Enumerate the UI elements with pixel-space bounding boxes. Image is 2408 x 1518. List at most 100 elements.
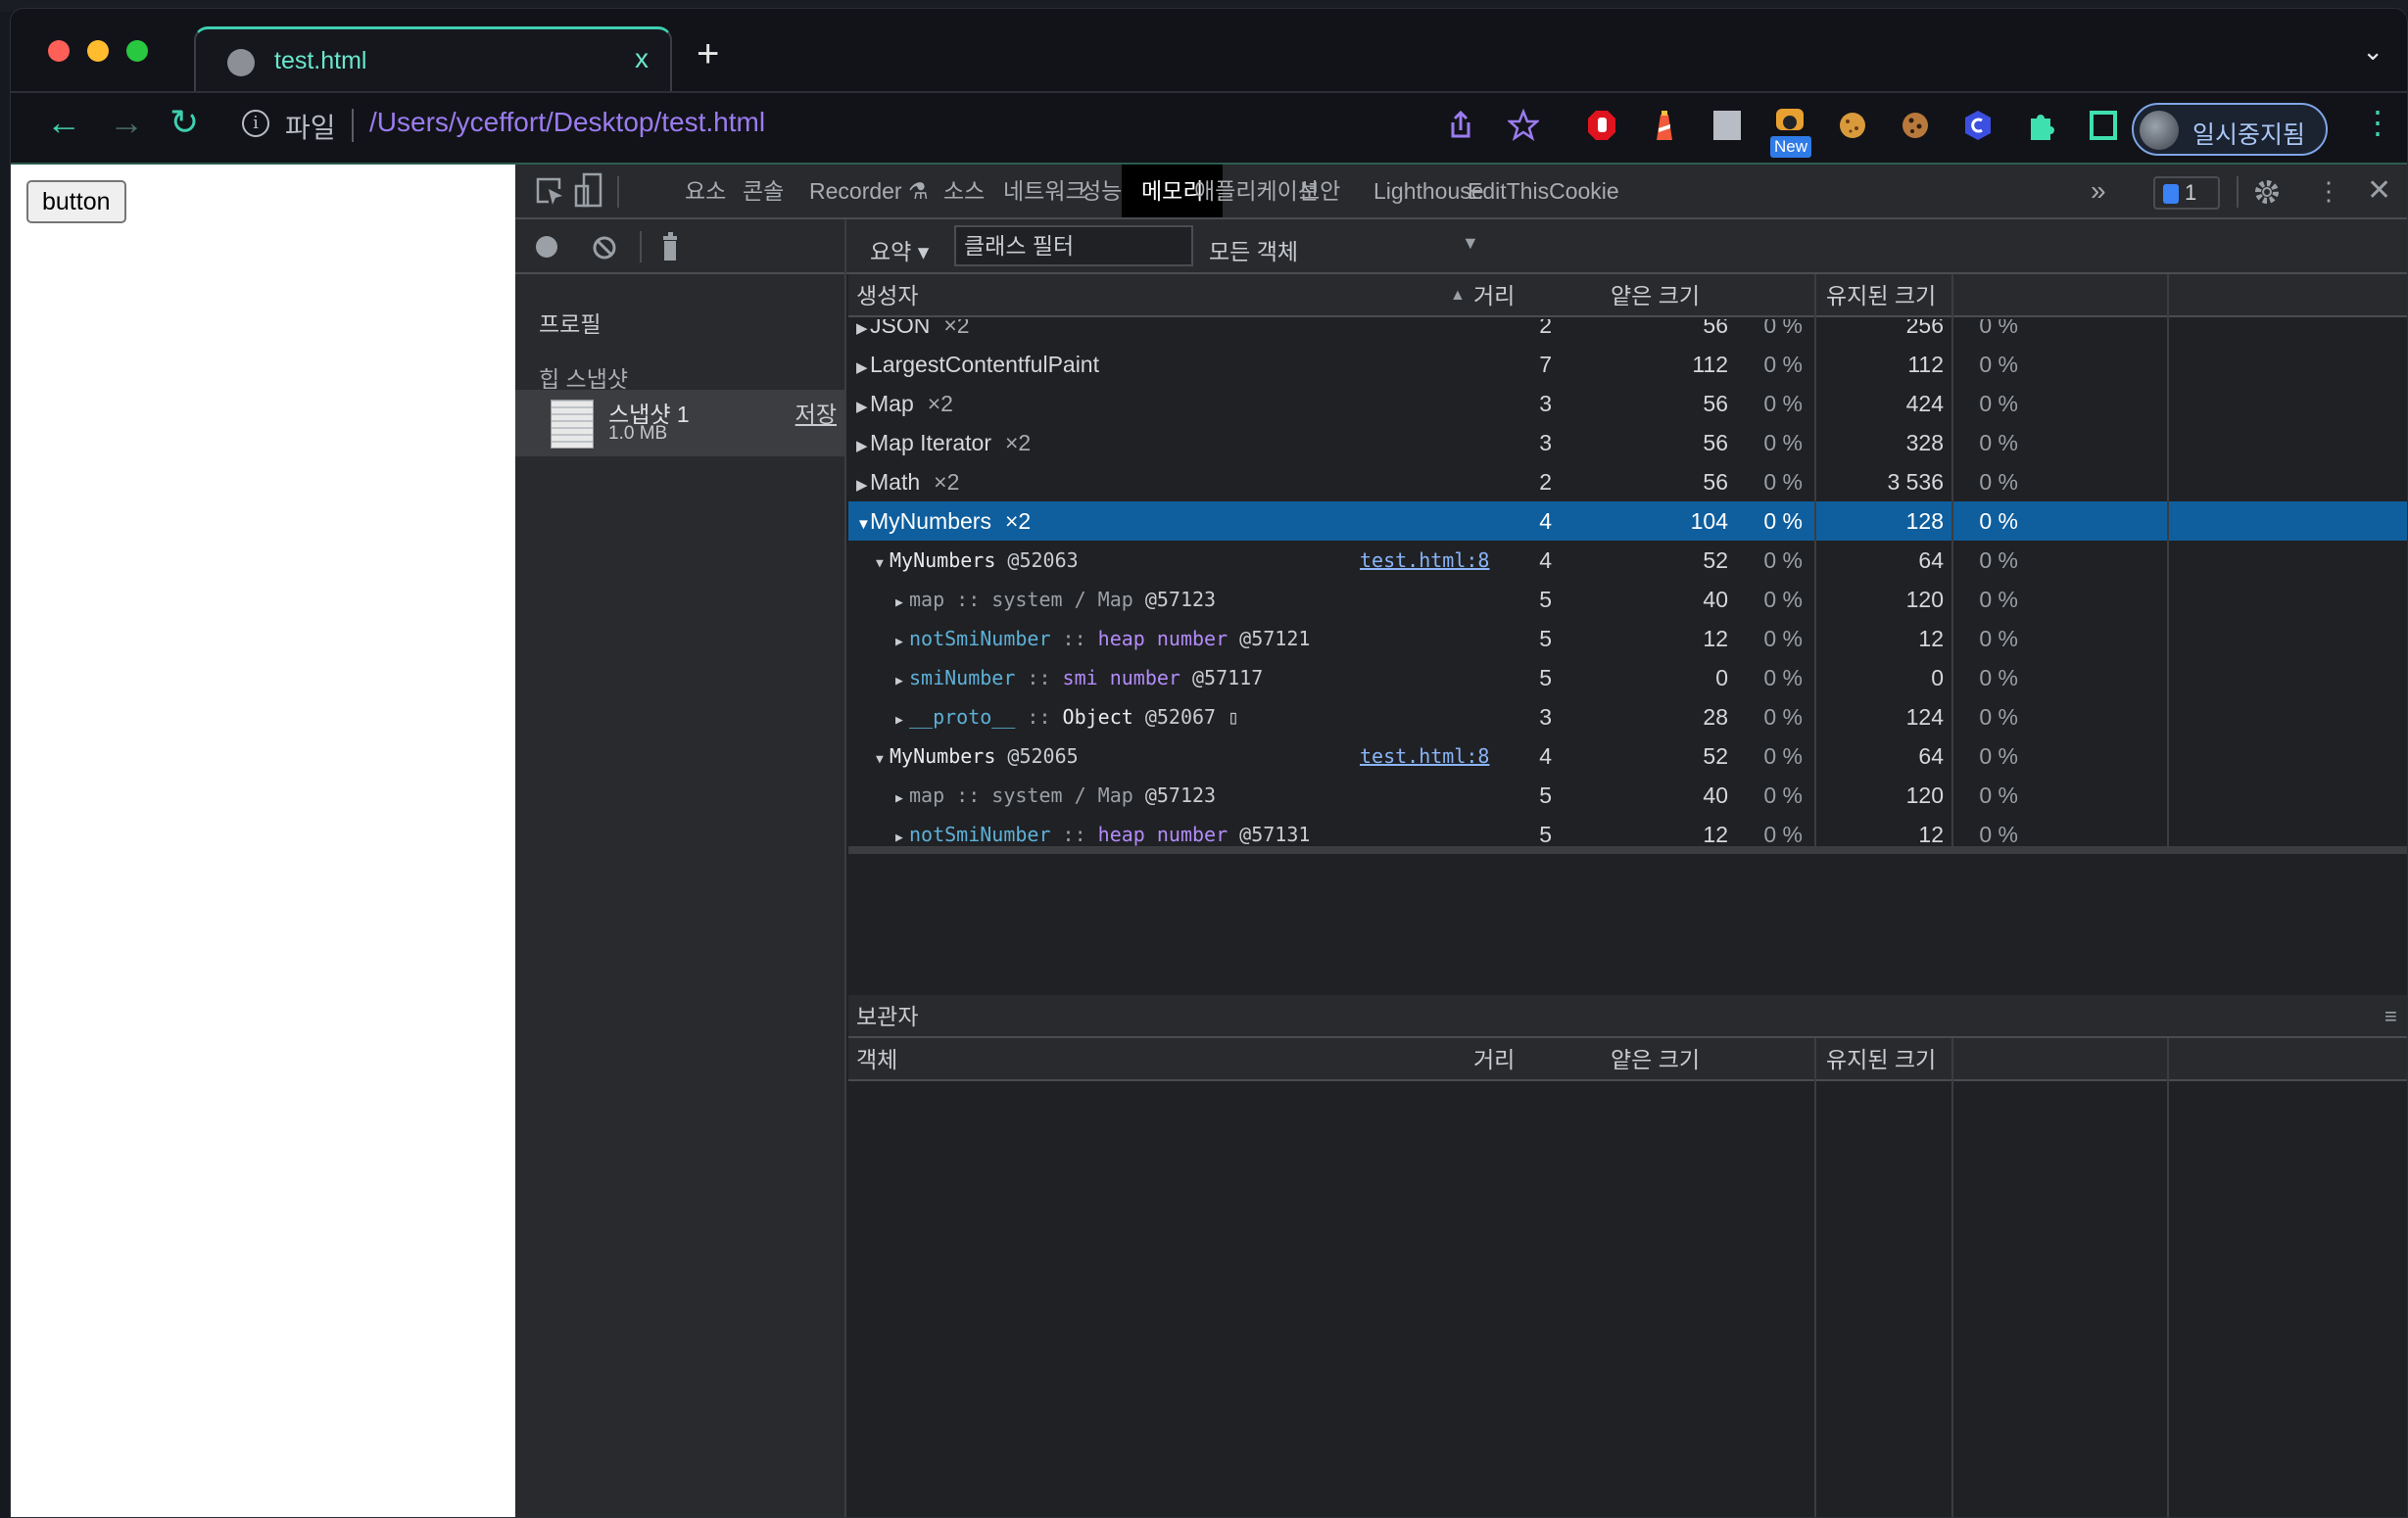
sort-ascending-icon[interactable]: ▲ [1442,274,1466,317]
edge-row[interactable]: ▶ map :: system / Map @57123 5 40 0 % 120 0 % [848,776,2407,815]
view-select[interactable]: 요약 ▾ [870,233,929,266]
hexagon-extension-icon[interactable] [1962,109,1994,142]
profiles-heading: 프로필 [539,311,602,337]
collapsed-triangle-icon[interactable]: ▶ [856,388,870,427]
collapsed-triangle-icon[interactable]: ▶ [856,466,870,505]
back-button[interactable]: ← [46,105,81,140]
devtools-tab[interactable]: 보안 [1291,165,1348,217]
chevron-down-icon[interactable]: ▼ [1462,233,1479,254]
column-header-constructor[interactable]: 생성자 [848,274,918,317]
devtools-tab[interactable]: 요소 [677,165,734,217]
maximize-window-button[interactable] [126,40,148,62]
collapsed-triangle-icon[interactable]: ▶ [856,427,870,466]
edge-row[interactable]: ▶ notSmiNumber :: heap number @57131 5 12 0 … [848,815,2407,846]
issue-icon [2163,184,2179,205]
trash-icon[interactable] [660,231,680,262]
objects-filter-select[interactable]: 모든 객체 [1209,233,1298,266]
class-filter-input[interactable] [954,225,1193,266]
column-header-distance[interactable]: 거리 [1466,274,1515,317]
tab-search-button[interactable]: ⌄ [2362,36,2384,67]
close-window-button[interactable] [48,40,70,62]
devtools-tab[interactable]: EditThisCookie [1460,165,1627,217]
instance-count: ×2 [1004,508,1032,534]
clear-icon[interactable] [592,235,617,261]
retained-percent-cell: 0 % [1979,391,2018,416]
instance-row[interactable]: ▼ MyNumbers @52063 test.html:8 4 52 0 % 64 0 % [848,541,2407,580]
collapsed-triangle-icon[interactable]: ▶ [895,819,909,846]
page-button[interactable]: button [26,180,126,223]
retained-percent-cell: 0 % [1979,704,2018,730]
info-icon[interactable]: i [242,110,269,137]
settings-gear-icon[interactable] [2252,177,2282,207]
column-header-retained-size[interactable]: 유지된 크기 [1818,274,1936,317]
edge-row[interactable]: ▶ notSmiNumber :: heap number @57121 5 12 0 … [848,619,2407,658]
hamburger-icon[interactable]: ≡ [2377,995,2397,1038]
close-devtools-icon[interactable]: ✕ [2367,176,2391,206]
constructor-row[interactable]: ▼MyNumbers ×2 4 104 0 % 128 0 % [848,501,2407,541]
property-name: map [909,783,945,807]
devtools-tab[interactable]: 소스 [936,165,992,217]
edge-row[interactable]: ▶ __proto__ :: Object @52067 ▯ 3 28 0 % 124 0 … [848,697,2407,736]
profile-button[interactable]: 일시중지됨 [2132,103,2328,156]
grey-extension-icon[interactable] [1711,109,1743,142]
column-header-retained-size[interactable]: 유지된 크기 [1818,1038,1936,1081]
browser-window: test.html x + ⌄ ← → ↻ i 파일 /Users/yceffo… [10,8,2408,1518]
minimize-window-button[interactable] [87,40,109,62]
tab-strip: test.html x + ⌄ [11,9,2407,97]
puzzle-icon[interactable] [2025,109,2056,142]
more-tabs-button[interactable]: » [2083,165,2114,217]
bookmark-star-icon[interactable] [1508,109,1539,142]
edge-row[interactable]: ▶ smiNumber :: smi number @57117 5 0 0 % 0 0 % [848,658,2407,697]
expanded-triangle-icon[interactable]: ▼ [856,505,871,545]
tab-close-button[interactable]: x [635,43,649,74]
editthiscookie-icon[interactable] [1900,109,1931,142]
constructor-row[interactable]: ▶ Map Iterator ×2 3 56 0 % 328 0 % [848,423,2407,462]
grid-rows[interactable]: ▶ JSON ×2 2 56 0 % 256 0 % ▶ LargestContentfulPai… [848,319,2407,846]
inspect-element-icon[interactable] [535,176,564,208]
lighthouse-icon[interactable] [1649,109,1680,142]
forward-button[interactable]: → [109,105,144,140]
column-header-shallow-size[interactable]: 얕은 크기 [1603,274,1700,317]
panel-splitter[interactable] [848,846,2407,854]
distance-cell: 5 [1539,587,1552,612]
cookie-icon[interactable] [1837,109,1868,142]
instance-row[interactable]: ▼ MyNumbers @52065 test.html:8 4 52 0 % 64 0 % [848,736,2407,776]
constructor-row[interactable]: ▶ LargestContentfulPaint 7 112 0 % 112 0 % [848,345,2407,384]
device-toolbar-icon[interactable] [574,172,603,210]
edge-row[interactable]: ▶ map :: system / Map @57123 5 40 0 % 120 0 % [848,580,2407,619]
new-tab-button[interactable]: + [697,34,719,73]
url-input[interactable]: /Users/yceffort/Desktop/test.html [369,107,765,138]
instance-name: MyNumbers [890,548,996,572]
property-name: map [909,588,945,611]
sidebar-icon[interactable] [2088,109,2119,142]
snapshot-item[interactable]: 스냅샷 1 1.0 MB 저장 [515,390,844,456]
shallow-percent-cell: 0 % [1763,783,1803,808]
record-icon[interactable] [535,235,558,259]
shallow-percent-cell: 0 % [1763,508,1803,534]
collapsed-triangle-icon[interactable]: ▶ [895,662,909,701]
expanded-triangle-icon[interactable]: ▼ [876,740,890,780]
constructor-row[interactable]: ▶ Map ×2 3 56 0 % 424 0 % [848,384,2407,423]
collapsed-triangle-icon[interactable]: ▶ [895,584,909,623]
devtools-tab[interactable]: Recorder ⚗ [801,165,937,217]
shallow-percent-cell: 0 % [1763,319,1803,338]
constructor-row[interactable]: ▶ JSON ×2 2 56 0 % 256 0 % [848,319,2407,345]
share-icon[interactable] [1445,109,1476,142]
collapsed-triangle-icon[interactable]: ▶ [895,623,909,662]
column-header-distance[interactable]: 거리 [1466,1038,1515,1081]
constructor-row[interactable]: ▶ Math ×2 2 56 0 % 3 536 0 % [848,462,2407,501]
browser-tab[interactable]: test.html x [194,26,672,97]
collapsed-triangle-icon[interactable]: ▶ [895,701,909,740]
adblock-icon[interactable] [1586,109,1617,142]
save-snapshot-link[interactable]: 저장 [795,396,837,429]
reload-button[interactable]: ↻ [169,105,199,140]
collapsed-triangle-icon[interactable]: ▶ [895,780,909,819]
collapsed-triangle-icon[interactable]: ▶ [856,349,870,388]
devtools-tab[interactable]: 콘솔 [735,165,792,217]
issues-button[interactable]: 1 [2153,176,2220,210]
browser-menu-icon[interactable]: ⋮ [2362,107,2393,138]
column-header-object[interactable]: 객체 [848,1038,897,1081]
expanded-triangle-icon[interactable]: ▼ [876,545,890,584]
column-header-shallow-size[interactable]: 얕은 크기 [1603,1038,1700,1081]
devtools-menu-icon[interactable]: ⋮ [2316,178,2341,204]
